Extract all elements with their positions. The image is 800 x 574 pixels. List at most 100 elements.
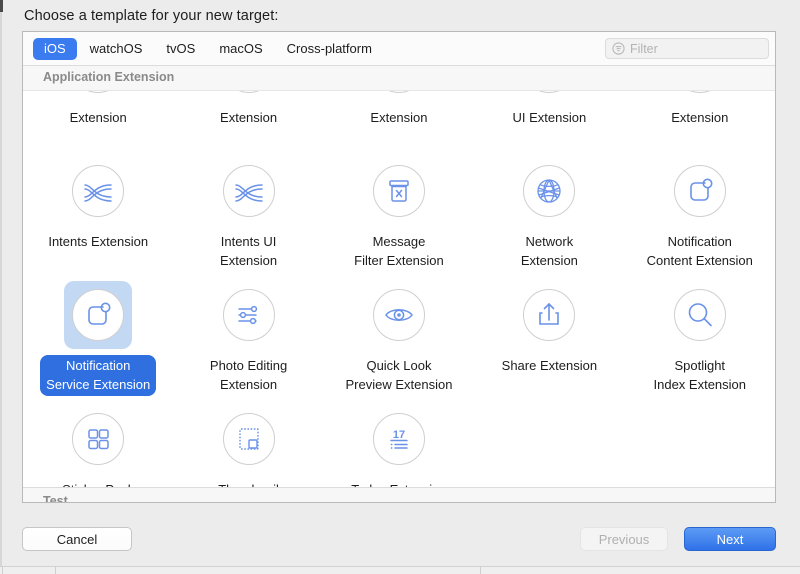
template-icon-slot (365, 91, 433, 101)
template-icon-slot (666, 91, 734, 101)
template-item-label: Thumbnail Extension (212, 479, 285, 487)
tab-watchos[interactable]: watchOS (79, 38, 154, 60)
template-icon-slot (515, 281, 583, 349)
template-item[interactable]: Thumbnail Extension (173, 397, 323, 487)
template-panel: iOS watchOS tvOS macOS Cross-platform Filter… (22, 31, 776, 503)
template-icon-slot (64, 281, 133, 349)
template-icon-slot (515, 91, 583, 101)
template-icon-slot (515, 157, 583, 225)
window-left-edge (0, 0, 2, 574)
clipped-icon (673, 91, 726, 93)
template-item-label: Today Extension (345, 479, 452, 487)
calendar-17-icon: 17 (372, 413, 425, 465)
sliders-icon (222, 289, 275, 341)
template-item-label: Notification Content Extension (646, 234, 753, 268)
template-item-label: Quick Look Preview Extension (345, 358, 453, 392)
platform-tabbar: iOS watchOS tvOS macOS Cross-platform Filter (23, 32, 775, 66)
template-icon-slot (666, 157, 734, 225)
template-icon-slot (215, 91, 283, 101)
grid-squares-icon (72, 413, 125, 465)
template-item[interactable]: Network Extension (474, 149, 624, 273)
tab-tvos[interactable]: tvOS (155, 38, 206, 60)
template-item-label: Notification Service Extension (40, 355, 157, 396)
template-grid: Extension Extension Extension UI Extension E… (23, 91, 775, 487)
notification-badge-icon (673, 165, 726, 217)
tab-cross-platform[interactable]: Cross-platform (276, 38, 383, 60)
template-item[interactable]: Intents Extension (23, 149, 173, 273)
template-icon-slot (215, 281, 283, 349)
filter-placeholder: Filter (630, 41, 658, 56)
globe-icon (523, 165, 576, 217)
platform-tabs: iOS watchOS tvOS macOS Cross-platform (33, 38, 383, 60)
template-item-label: Extension (69, 110, 127, 125)
template-item-label: Extension (671, 110, 729, 125)
template-item-label: Sticker Pack Extension (56, 479, 140, 487)
template-item-label: UI Extension (512, 110, 587, 125)
template-chooser-window: Choose a template for your new target: i… (0, 0, 800, 574)
magnifier-icon (673, 289, 726, 341)
template-item[interactable]: Extension (173, 91, 323, 149)
template-item[interactable]: Message Filter Extension (324, 149, 474, 273)
template-item-label: Share Extension (501, 358, 598, 373)
template-item[interactable]: Extension (23, 91, 173, 149)
section-header-test: Test (23, 487, 775, 503)
section-header-application-extension: Application Extension (23, 66, 775, 91)
bottom-strip (0, 567, 800, 574)
template-item-label: Spotlight Index Extension (653, 358, 747, 392)
tab-ios[interactable]: iOS (33, 38, 77, 60)
intents-ui-icon (222, 165, 275, 217)
clipped-icon (372, 91, 425, 93)
template-icon-slot (64, 405, 132, 473)
template-item[interactable]: Quick Look Preview Extension (324, 273, 474, 397)
template-item-label: Network Extension (520, 234, 578, 268)
template-icon-slot: 17 (365, 405, 433, 473)
next-button[interactable]: Next (684, 527, 776, 551)
template-item[interactable]: Intents UI Extension (173, 149, 323, 273)
template-icon-slot (64, 91, 132, 101)
previous-button[interactable]: Previous (580, 527, 668, 551)
template-item[interactable]: Notification Content Extension (625, 149, 775, 273)
clipped-icon (222, 91, 275, 93)
template-item-label: Intents UI Extension (220, 234, 278, 268)
template-item[interactable]: Spotlight Index Extension (625, 273, 775, 397)
section-header-label: Application Extension (43, 70, 175, 84)
template-item[interactable]: 17 Today Extension (324, 397, 474, 487)
page-title: Choose a template for your new target: (24, 8, 279, 24)
section-header-label-next: Test (43, 494, 68, 503)
cancel-button[interactable]: Cancel (22, 527, 132, 551)
template-row: Intents Extension Intents UI Extension Mes… (23, 149, 775, 273)
template-grid-area[interactable]: Extension Extension Extension UI Extension E… (23, 91, 775, 487)
notification-badge-icon (72, 289, 125, 341)
template-row: Extension Extension Extension UI Extension E… (23, 91, 775, 149)
message-filter-icon (372, 165, 425, 217)
template-row: Notification Service Extension Photo Edit… (23, 273, 775, 397)
template-icon-slot (64, 157, 132, 225)
template-item[interactable]: Extension (324, 91, 474, 149)
template-row: Sticker Pack Extension Thumbnail Extensio… (23, 397, 775, 487)
filter-field[interactable]: Filter (605, 38, 769, 59)
template-icon-slot (215, 405, 283, 473)
template-item[interactable]: UI Extension (474, 91, 624, 149)
template-icon-slot (215, 157, 283, 225)
template-item[interactable]: Sticker Pack Extension (23, 397, 173, 487)
svg-text:17: 17 (393, 429, 405, 441)
template-item[interactable]: Share Extension (474, 273, 624, 397)
template-item-label: Intents Extension (48, 234, 149, 249)
template-item-label: Photo Editing Extension (209, 358, 288, 392)
share-icon (523, 289, 576, 341)
template-item-label: Extension (370, 110, 428, 125)
template-item-label: Extension (220, 110, 278, 125)
template-item-selected[interactable]: Notification Service Extension (23, 273, 173, 397)
template-item[interactable]: Photo Editing Extension (173, 273, 323, 397)
template-icon-slot (365, 281, 433, 349)
thumbnail-icon (222, 413, 275, 465)
template-icon-slot (365, 157, 433, 225)
template-item[interactable]: Extension (625, 91, 775, 149)
eye-icon (372, 289, 425, 341)
clipped-icon (523, 91, 576, 93)
template-item-label: Message Filter Extension (354, 234, 444, 268)
filter-icon (612, 42, 625, 55)
window-corner-mark (0, 0, 3, 12)
clipped-icon (72, 91, 125, 93)
tab-macos[interactable]: macOS (208, 38, 273, 60)
